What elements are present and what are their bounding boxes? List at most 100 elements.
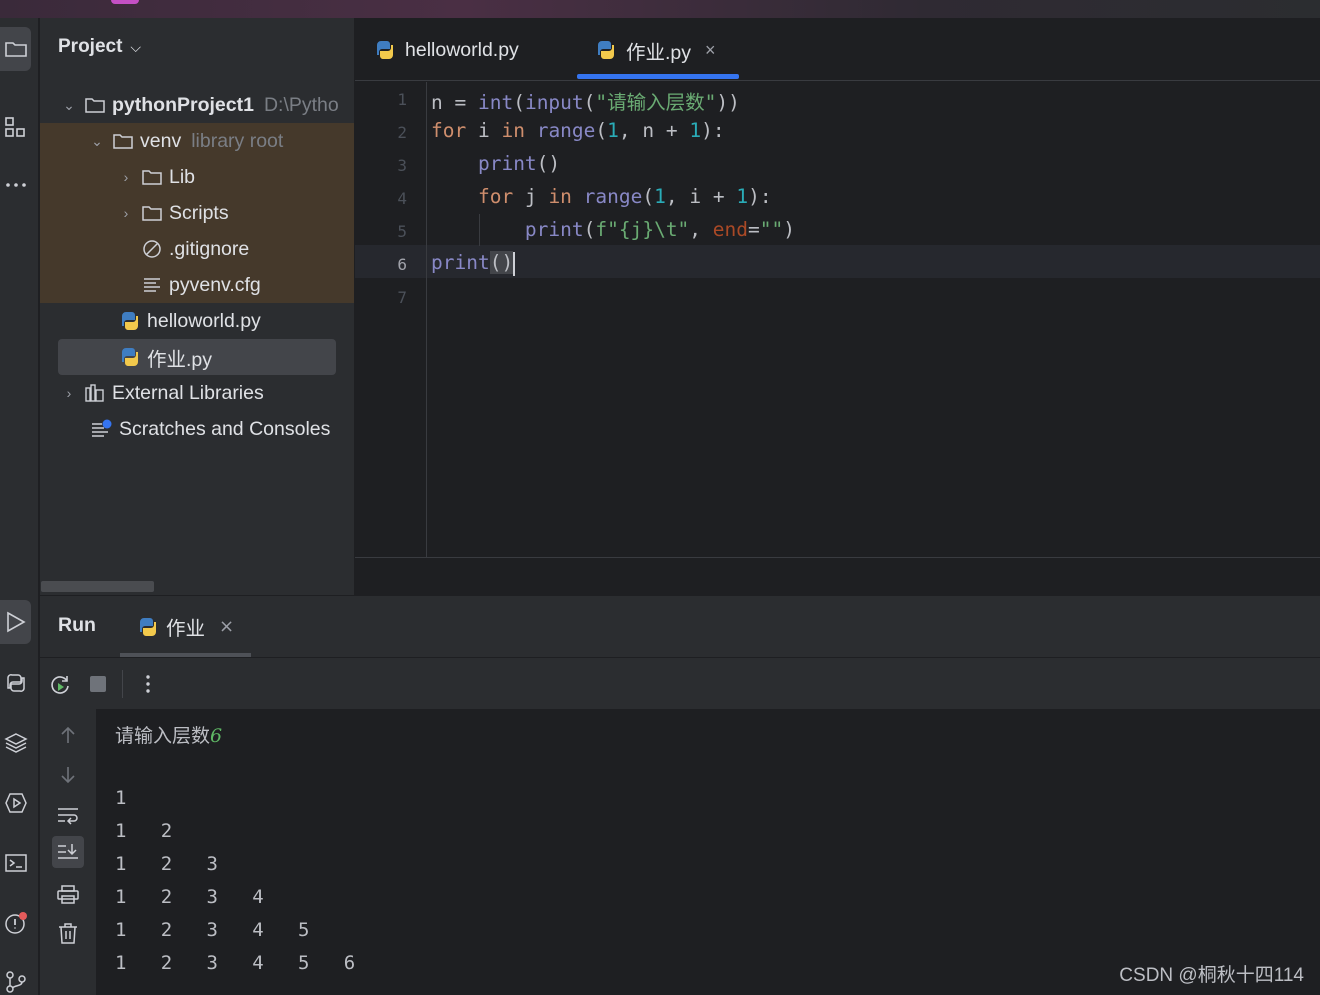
console-side-toolbar: [40, 709, 96, 995]
tree-item-pythonproject1[interactable]: ⌄ pythonProject1 D:\Pytho: [40, 87, 354, 123]
code-line[interactable]: print(): [431, 251, 516, 276]
line-number: 1: [397, 90, 407, 109]
tree-item-pyvenv-cfg[interactable]: pyvenv.cfg: [40, 267, 354, 303]
tree-item-label: venv: [140, 129, 182, 152]
structure-tool-button[interactable]: [0, 110, 32, 144]
tab-zuoye-py[interactable]: 作业.py ×: [596, 32, 716, 68]
ignore-file-icon: [141, 239, 163, 259]
layers-icon: [4, 733, 28, 753]
python-file-icon: [138, 617, 158, 637]
tree-item-label: Scratches and Consoles: [119, 417, 331, 440]
line-number: 4: [397, 189, 407, 208]
tab-label: helloworld.py: [405, 38, 519, 61]
more-options-button[interactable]: [134, 670, 162, 698]
tree-item-path-hint: D:\Pytho: [263, 93, 339, 116]
tree-item-label: pythonProject1: [112, 93, 254, 116]
project-tool-button[interactable]: [0, 27, 31, 71]
python-file-icon: [119, 347, 141, 367]
horizontal-scrollbar[interactable]: [41, 581, 154, 592]
line-number: 7: [397, 288, 407, 307]
editor-divider: [355, 557, 1320, 558]
code-line[interactable]: for j in range(1, i + 1):: [431, 185, 772, 208]
soft-wrap-button[interactable]: [54, 801, 82, 829]
wrap-icon: [58, 808, 78, 825]
tree-item-label: helloworld.py: [147, 309, 261, 332]
console-prompt-line: 请输入层数6: [115, 721, 222, 748]
scroll-up-button[interactable]: [54, 721, 82, 749]
console-line: 1 2 3: [115, 853, 218, 875]
more-tools-button[interactable]: [0, 168, 32, 202]
tree-item-label: Lib: [169, 165, 196, 188]
console-prompt: 请输入层数: [115, 725, 211, 747]
tree-item-scratches[interactable]: Scratches and Consoles: [40, 411, 354, 447]
chevron-right-icon: ›: [123, 205, 129, 221]
close-icon[interactable]: ×: [705, 40, 716, 61]
code-line[interactable]: n = int(input("请输入层数")): [431, 86, 740, 115]
title-bar: [0, 0, 1320, 18]
console-output[interactable]: 请输入层数6 1 1 2 1 2 3 1 2 3 4 1 2 3 4 5 1 2…: [96, 709, 1320, 995]
console-line: 1: [115, 787, 127, 809]
folder-icon: [141, 203, 163, 223]
tree-item-label: .gitignore: [169, 237, 250, 260]
arrow-down-icon: [61, 767, 75, 784]
terminal-tool-button[interactable]: [0, 846, 32, 880]
print-icon: [57, 885, 79, 904]
stop-icon: [90, 676, 106, 692]
folder-icon: [84, 95, 106, 115]
text-file-icon: [141, 275, 163, 295]
folder-icon: [112, 131, 134, 151]
layers-tool-button[interactable]: [0, 726, 32, 760]
run-icon: [6, 611, 26, 633]
code-line[interactable]: print(): [431, 152, 560, 175]
structure-icon: [5, 117, 25, 137]
code-line[interactable]: print(f"{j}\t", end=""): [431, 218, 795, 241]
tree-item-gitignore[interactable]: .gitignore: [40, 231, 354, 267]
chevron-down-icon: ⌄: [63, 96, 75, 113]
python-packages-button[interactable]: [0, 666, 32, 700]
play-circle-icon: [5, 793, 27, 813]
tree-item-zuoye-py[interactable]: 作业.py: [40, 339, 354, 375]
problems-tool-button[interactable]: [0, 906, 32, 940]
scroll-down-button[interactable]: [54, 761, 82, 789]
more-icon: [6, 183, 26, 187]
chevron-right-icon: ›: [66, 385, 72, 401]
console-line: 1 2 3 4: [115, 886, 264, 908]
tree-item-hint: library root: [191, 129, 284, 152]
library-icon: [84, 383, 106, 403]
csdn-watermark: CSDN @桐秋十四114: [1119, 965, 1304, 986]
scroll-to-end-button[interactable]: [52, 836, 84, 868]
run-tab-zuoye[interactable]: 作业 ×: [138, 612, 234, 641]
tool-window-strip: [0, 18, 39, 995]
console-line: 1 2: [115, 820, 173, 842]
folder-icon: [4, 42, 27, 57]
toolbar-separator: [122, 670, 123, 698]
arrow-up-icon: [61, 726, 75, 743]
tree-item-external-libraries[interactable]: › External Libraries: [40, 375, 354, 411]
git-tool-button[interactable]: [0, 964, 32, 995]
services-tool-button[interactable]: [0, 786, 32, 820]
active-tab-indicator: [577, 74, 739, 79]
python-file-icon: [119, 311, 141, 331]
folder-icon: [141, 167, 163, 187]
tree-item-helloworld-py[interactable]: helloworld.py: [40, 303, 354, 339]
code-line[interactable]: for i in range(1, n + 1):: [431, 119, 725, 142]
close-icon[interactable]: ×: [219, 616, 234, 637]
project-panel-header[interactable]: Project ⌵: [58, 36, 141, 58]
project-panel: Project ⌵ ⌄ pythonProject1 D:\Pytho ⌄ ven…: [40, 18, 354, 595]
print-button[interactable]: [54, 881, 82, 909]
stop-button[interactable]: [84, 670, 112, 698]
tab-helloworld-py[interactable]: helloworld.py: [375, 32, 519, 68]
tree-item-scripts[interactable]: › Scripts: [40, 195, 354, 231]
python-file-icon: [375, 40, 397, 60]
text-caret: [513, 251, 516, 276]
tree-item-venv[interactable]: ⌄ venv library root: [40, 123, 354, 159]
rerun-button[interactable]: [46, 670, 74, 698]
tree-item-lib[interactable]: › Lib: [40, 159, 354, 195]
run-tool-button[interactable]: [0, 600, 31, 644]
chevron-down-icon: ⌵: [130, 39, 142, 55]
trash-icon: [59, 923, 77, 944]
run-tab-label: 作业: [166, 617, 206, 640]
clear-all-button[interactable]: [54, 919, 82, 947]
terminal-icon: [5, 854, 27, 872]
tree-item-label: pyvenv.cfg: [169, 273, 261, 296]
